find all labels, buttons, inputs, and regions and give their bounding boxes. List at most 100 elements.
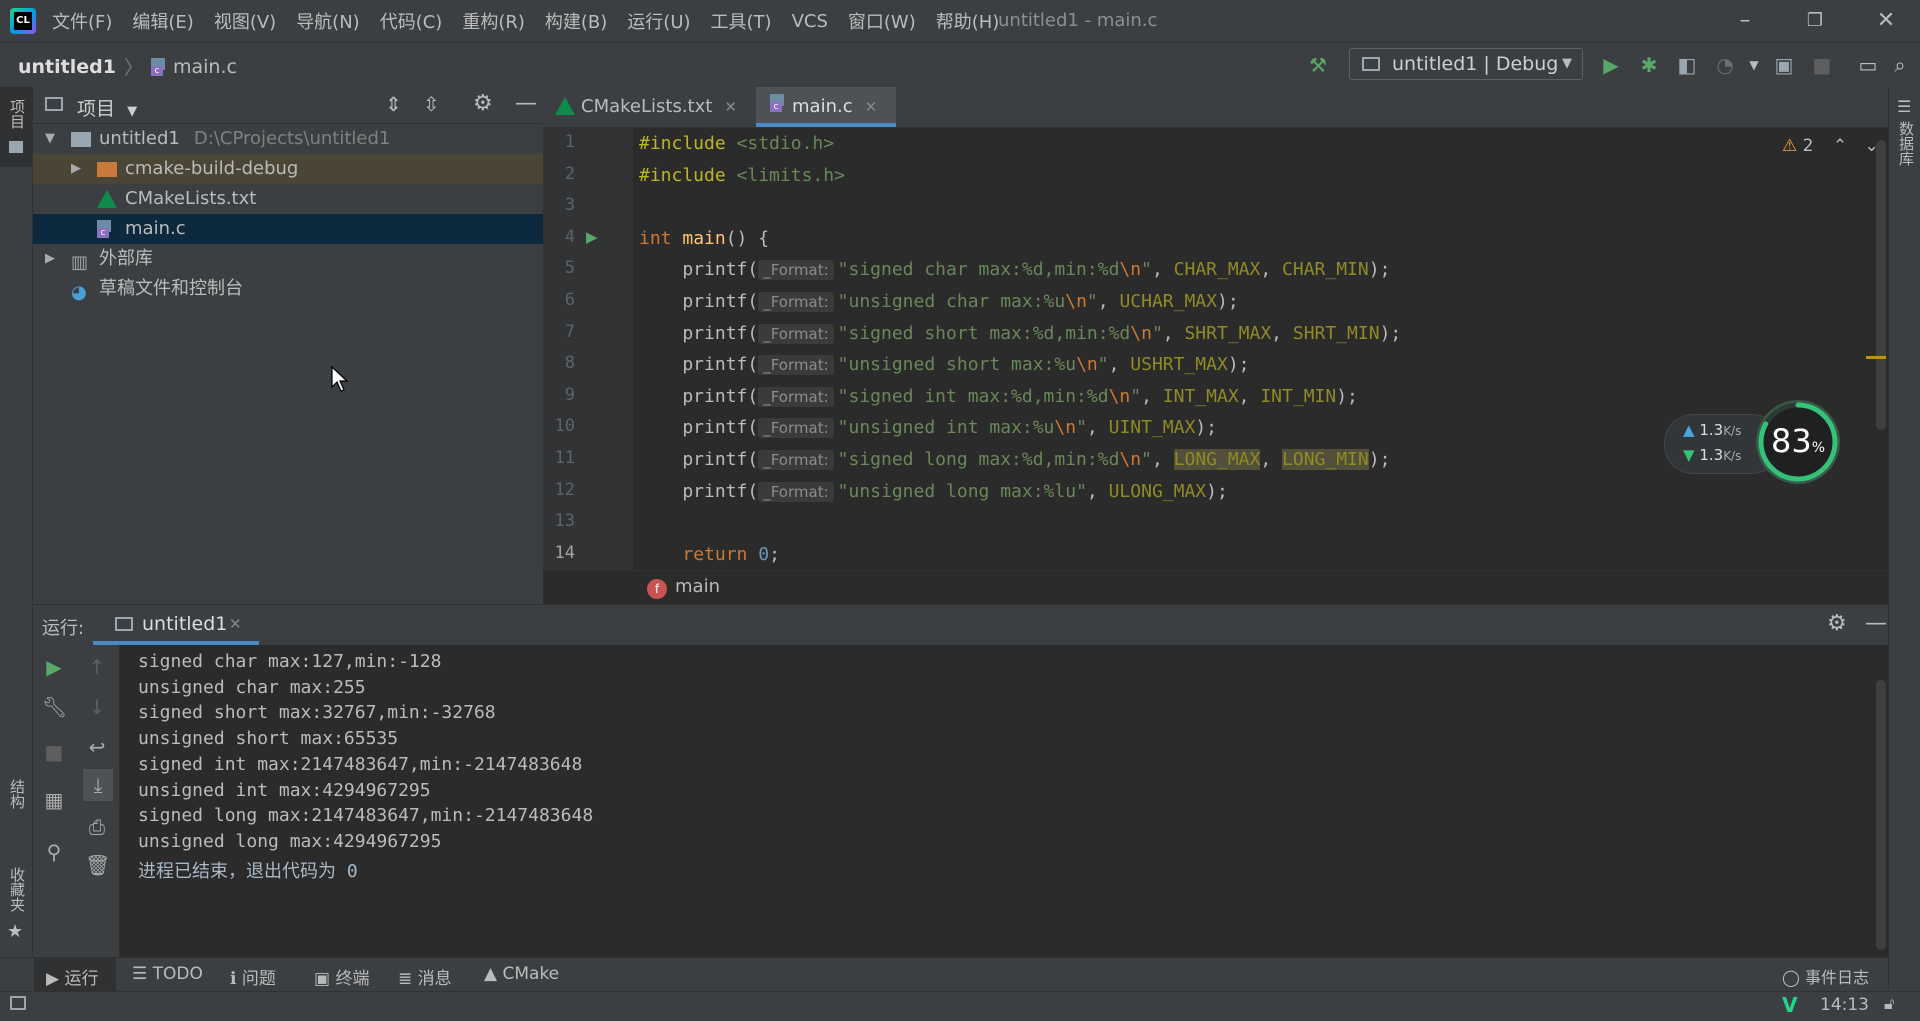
coverage-icon[interactable]: ◧: [1675, 53, 1699, 77]
project-view-select[interactable]: 项目 ▼: [77, 94, 137, 121]
console-output[interactable]: signed char max:127,min:-128 unsigned cha…: [120, 645, 1875, 957]
chevron-right-icon[interactable]: ▶: [45, 244, 55, 274]
restore-icon[interactable]: ❐: [1795, 8, 1835, 34]
close-tab-icon[interactable]: ✕: [865, 98, 878, 116]
hide-panel-icon[interactable]: —: [1865, 611, 1887, 636]
search-icon[interactable]: ⌕: [1888, 53, 1912, 77]
tree-item-external-libraries[interactable]: ▶ ▥ 外部库: [33, 244, 543, 274]
tree-item-root[interactable]: ▼ untitled1 D:\CProjects\untitled1: [33, 124, 543, 154]
breadcrumb-file[interactable]: main.c: [173, 56, 237, 78]
event-log-button[interactable]: ◯ 事件日志: [1782, 964, 1869, 988]
gear-icon[interactable]: ⚙: [1827, 611, 1847, 636]
hide-panel-icon[interactable]: —: [515, 91, 537, 116]
code-line[interactable]: printf(_Format: "signed char max:%d,min:%…: [639, 254, 1390, 285]
attach-process-icon[interactable]: ▣: [1772, 53, 1796, 77]
chevron-up-icon[interactable]: ⌃: [1833, 136, 1847, 156]
percent-value: 83: [1770, 422, 1812, 460]
bottom-tab-todo[interactable]: ☰ TODO: [132, 964, 203, 984]
collapse-all-icon[interactable]: ⇳: [423, 92, 440, 116]
code-line[interactable]: printf(_Format: "unsigned char max:%u\n",…: [639, 286, 1239, 317]
menu-item[interactable]: 运行(U): [627, 8, 690, 34]
warning-stripe-mark[interactable]: [1866, 356, 1886, 359]
trash-icon[interactable]: 🗑︎: [85, 853, 110, 877]
editor-scrollbar[interactable]: [1876, 140, 1886, 430]
stop-icon[interactable]: ■: [42, 740, 66, 764]
database-tool-tab[interactable]: 数据库: [1896, 121, 1917, 166]
upload-speed: ▲ 1.3K/s: [1683, 421, 1741, 439]
project-tool-tab[interactable]: 项目: [0, 87, 32, 167]
code-line[interactable]: printf(_Format: "unsigned long max:%lu", …: [639, 476, 1228, 507]
pin-icon[interactable]: ⚲: [42, 840, 66, 864]
bottom-tab-problems[interactable]: ℹ 问题: [230, 964, 276, 989]
scroll-to-end-icon[interactable]: ⤓: [83, 769, 113, 801]
tab-main-c[interactable]: main.c ✕: [756, 87, 896, 127]
soft-wrap-icon[interactable]: ↩: [85, 735, 109, 759]
profile-icon[interactable]: ◔: [1713, 53, 1737, 77]
code-line[interactable]: #include <limits.h>: [639, 160, 845, 191]
close-window-icon[interactable]: ✕: [1866, 8, 1906, 34]
run-configuration-select[interactable]: untitled1 | Debug ▼: [1349, 48, 1583, 80]
menu-item[interactable]: 重构(R): [462, 8, 525, 34]
print-icon[interactable]: ⎙: [85, 815, 109, 839]
run-icon[interactable]: ▶: [1599, 53, 1623, 77]
menu-item[interactable]: 帮助(H): [936, 8, 1000, 34]
tree-item-main-c[interactable]: main.c: [33, 214, 543, 244]
code-line[interactable]: printf(_Format: "signed int max:%d,min:%d…: [639, 381, 1358, 412]
console-scrollbar[interactable]: [1876, 680, 1886, 950]
menu-item[interactable]: 编辑(E): [132, 8, 193, 34]
chevron-down-icon[interactable]: ▼: [45, 124, 55, 154]
arrow-up-icon[interactable]: ↑: [85, 655, 109, 679]
menu-item[interactable]: 视图(V): [214, 8, 276, 34]
bottom-tab-run[interactable]: ▶ 运行: [46, 964, 98, 989]
minimize-icon[interactable]: –: [1725, 8, 1765, 34]
expand-all-icon[interactable]: ⇕: [385, 92, 402, 116]
favorites-tool-tab[interactable]: 收藏夹: [7, 867, 28, 912]
arrow-down-icon[interactable]: ↓: [85, 695, 109, 719]
menu-item[interactable]: 文件(F): [52, 8, 112, 34]
inspection-warnings[interactable]: ⚠ 2 ⌃ ⌄: [1782, 136, 1879, 156]
tree-item-cmakelists[interactable]: CMakeLists.txt: [33, 184, 543, 214]
clion-logo-icon[interactable]: CL: [10, 8, 36, 34]
layout-icon[interactable]: ▦: [42, 788, 66, 812]
code-line[interactable]: printf(_Format: "signed short max:%d,min:…: [639, 318, 1401, 349]
debug-bug-icon[interactable]: ✱: [1637, 53, 1661, 77]
tab-cmakelists[interactable]: CMakeLists.txt ✕: [555, 87, 750, 127]
star-icon[interactable]: ★: [7, 921, 23, 942]
run-gutter-icon[interactable]: ▶: [586, 228, 598, 246]
chevron-right-icon[interactable]: ▶: [71, 154, 81, 184]
close-tab-icon[interactable]: ✕: [724, 98, 737, 116]
menu-item[interactable]: 导航(N): [296, 8, 360, 34]
rerun-icon[interactable]: ▶: [42, 655, 66, 679]
build-hammer-icon[interactable]: ⚒: [1306, 53, 1330, 77]
close-tab-icon[interactable]: ✕: [229, 615, 242, 633]
code-line[interactable]: printf(_Format: "signed long max:%d,min:%…: [639, 444, 1390, 475]
code-line[interactable]: return 0;: [639, 539, 780, 570]
project-view-icon: [45, 97, 63, 111]
run-tab-untitled1[interactable]: untitled1 ✕: [93, 605, 259, 645]
stop-icon[interactable]: ■: [1810, 53, 1834, 77]
bottom-tab-messages[interactable]: ≣ 消息: [398, 964, 452, 989]
code-line[interactable]: printf(_Format: "unsigned int max:%u\n", …: [639, 412, 1217, 443]
bottom-tab-cmake[interactable]: ▲ CMake: [484, 964, 559, 984]
bottom-tab-terminal[interactable]: ▣ 终端: [314, 964, 369, 989]
code-editor[interactable]: #include <stdio.h> #include <limits.h> int…: [633, 128, 1888, 570]
menu-item[interactable]: VCS: [792, 11, 828, 32]
code-line[interactable]: #include <stdio.h>: [639, 128, 834, 159]
tree-item-cmake-build-debug[interactable]: ▶ cmake-build-debug: [33, 154, 543, 184]
code-line[interactable]: printf(_Format: "unsigned short max:%u\n"…: [639, 349, 1250, 380]
gear-icon[interactable]: ⚙: [473, 91, 493, 116]
tree-item-scratches[interactable]: ◕ 草稿文件和控制台: [33, 274, 543, 304]
breadcrumb-project[interactable]: untitled1: [18, 56, 116, 78]
code-line[interactable]: int main() {: [639, 223, 769, 254]
more-run-options-icon[interactable]: ▼: [1742, 53, 1766, 77]
menu-item[interactable]: 工具(T): [711, 8, 772, 34]
breadcrumb-function[interactable]: main: [675, 576, 720, 597]
project-structure-icon[interactable]: ▭: [1856, 53, 1880, 77]
menu-item[interactable]: 窗口(W): [848, 8, 916, 34]
wrench-icon[interactable]: 🔧︎: [42, 695, 67, 719]
toggle-tool-windows-icon[interactable]: [10, 996, 26, 1010]
menu-item[interactable]: 代码(C): [380, 8, 443, 34]
structure-tool-tab[interactable]: 结构: [7, 779, 28, 809]
lock-icon[interactable]: 🔓︎: [1884, 994, 1894, 1014]
menu-item[interactable]: 构建(B): [545, 8, 607, 34]
